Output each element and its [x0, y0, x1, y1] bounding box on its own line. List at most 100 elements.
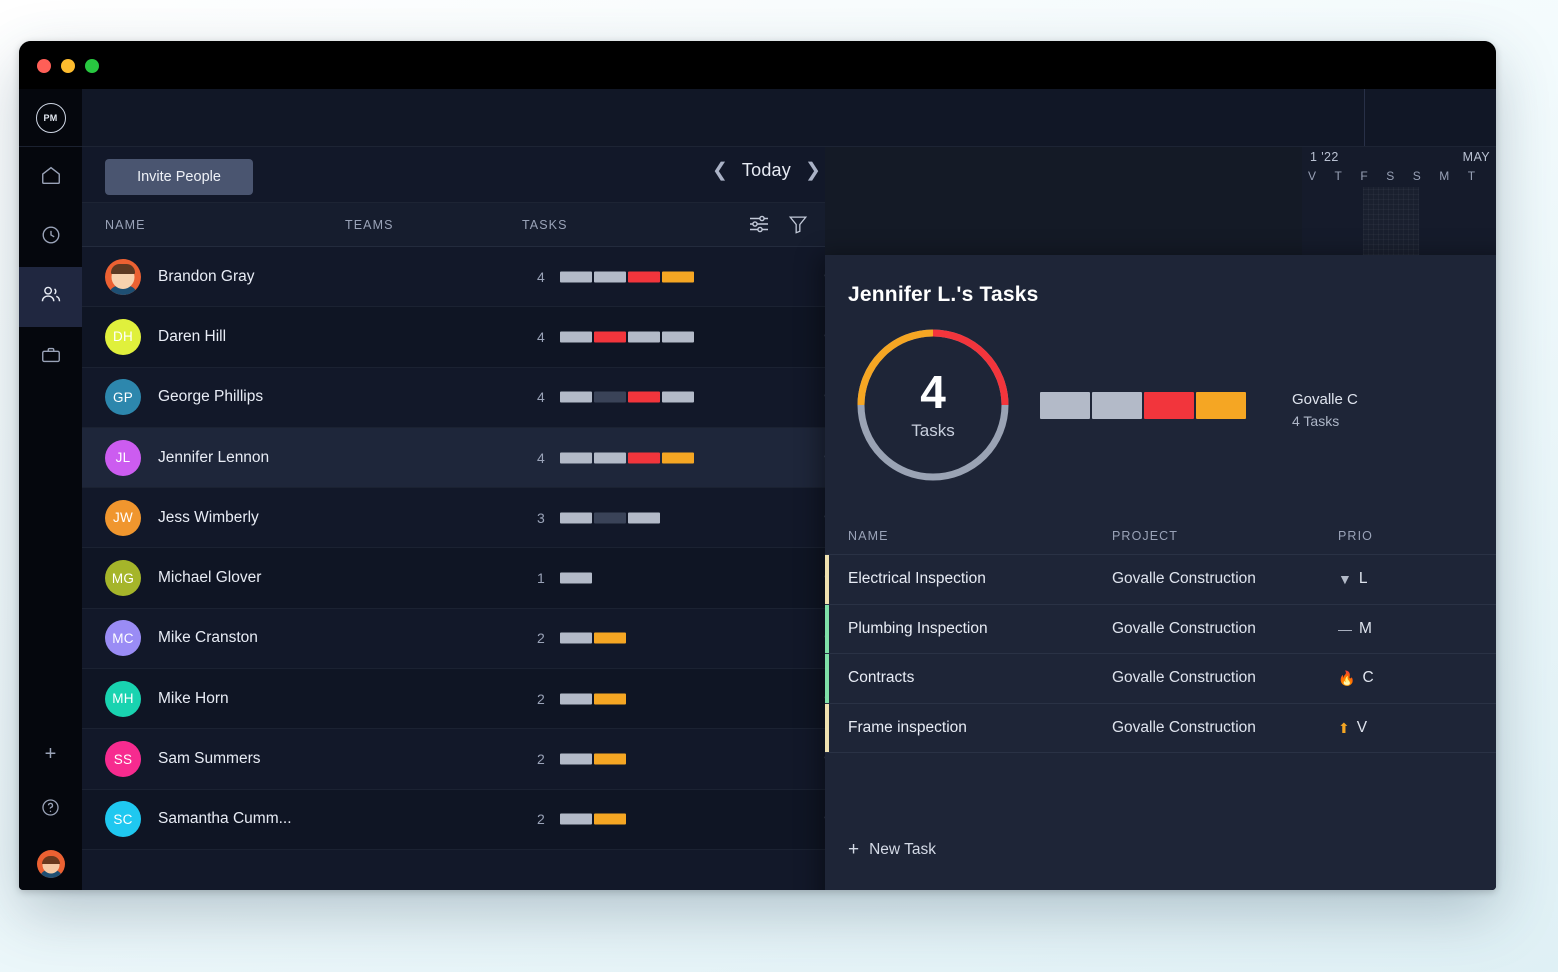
task-status-bar: [628, 512, 660, 523]
task-table-header: NAME PROJECT PRIO: [825, 515, 1496, 555]
task-status-bar: [594, 693, 626, 704]
task-status-bar: [594, 452, 626, 463]
avatar: JW: [105, 500, 141, 536]
chevron-right-icon[interactable]: ❯: [805, 161, 821, 180]
task-status-bars: [560, 814, 626, 825]
invite-people-button[interactable]: Invite People: [105, 159, 253, 195]
app-logo[interactable]: PM: [19, 89, 82, 147]
table-row[interactable]: GPGeorge Phillips4•••: [82, 368, 825, 428]
help-button[interactable]: [19, 782, 82, 838]
task-row[interactable]: Electrical InspectionGovalle Constructio…: [825, 555, 1496, 605]
new-task-label: New Task: [869, 841, 936, 859]
gantt-day-label: V: [1308, 169, 1316, 183]
table-row[interactable]: DHDaren Hill4•••: [82, 307, 825, 367]
task-status-bar: [594, 814, 626, 825]
people-table-header: NAME TEAMS TASKS: [82, 203, 825, 247]
sidebar-item-people[interactable]: [19, 267, 82, 327]
task-project: Govalle Construction: [1112, 719, 1256, 737]
tasks-donut-chart: 4 Tasks: [848, 320, 1018, 490]
gantt-day-label: T: [1468, 169, 1475, 183]
page-title: Jennifer L.'s Tasks: [848, 283, 1038, 307]
plus-icon: +: [848, 840, 859, 859]
funnel-icon[interactable]: [787, 212, 809, 239]
gantt-day-labels: VTFSSMT: [1308, 169, 1496, 183]
table-row[interactable]: SSSam Summers2•••: [82, 729, 825, 789]
project-summary-count: 4 Tasks: [1292, 413, 1358, 429]
avatar: SS: [105, 741, 141, 777]
table-row[interactable]: Brandon Gray4•••: [82, 247, 825, 307]
task-count: 1: [537, 570, 545, 586]
maximize-window-button[interactable]: [85, 59, 99, 73]
dash-icon: —: [1338, 622, 1352, 636]
column-header-tasks: TASKS: [522, 218, 568, 232]
task-status-bars: [560, 633, 626, 644]
task-row[interactable]: Frame inspectionGovalle Construction⬆V: [825, 704, 1496, 754]
gantt-day-label: M: [1439, 169, 1449, 183]
project-summary-name: Govalle C: [1292, 391, 1358, 408]
avatar-hair: [111, 264, 135, 274]
task-status-bar: [662, 271, 694, 282]
avatar: GP: [105, 379, 141, 415]
task-table: NAME PROJECT PRIO Electrical InspectionG…: [825, 515, 1496, 753]
task-status-bar: [628, 452, 660, 463]
table-row[interactable]: MGMichael Glover1•••: [82, 548, 825, 608]
person-name: Brandon Gray: [158, 268, 255, 286]
project-summary: Govalle C 4 Tasks: [1292, 391, 1358, 429]
task-row[interactable]: Plumbing InspectionGovalle Construction—…: [825, 605, 1496, 655]
task-status-bar: [594, 633, 626, 644]
donut-label: Tasks: [911, 421, 954, 441]
task-status-bars: [560, 573, 592, 584]
task-count: 4: [537, 450, 545, 466]
task-priority-label: M: [1359, 620, 1372, 638]
task-name: Contracts: [848, 669, 914, 687]
task-priority: —M: [1338, 620, 1372, 638]
table-row[interactable]: MCMike Cranston2•••: [82, 609, 825, 669]
people-panel: Invite People ❮ Today ❯ NAME TEAMS TASKS: [82, 147, 825, 890]
sidebar-item-projects[interactable]: [19, 327, 82, 387]
task-status-bars: [560, 331, 694, 342]
sidebar-item-time[interactable]: [19, 207, 82, 267]
task-status-bar: [628, 331, 660, 342]
task-status-bar: [1092, 392, 1142, 419]
app-window: PM: [19, 41, 1496, 890]
task-project: Govalle Construction: [1112, 620, 1256, 638]
current-user-avatar[interactable]: [19, 838, 82, 890]
table-row[interactable]: JWJess Wimberly3•••: [82, 488, 825, 548]
close-window-button[interactable]: [37, 59, 51, 73]
new-task-button[interactable]: + New Task: [848, 840, 936, 859]
table-row[interactable]: MHMike Horn2•••: [82, 669, 825, 729]
avatar: SC: [105, 801, 141, 837]
sidebar-item-home[interactable]: [19, 147, 82, 207]
table-row[interactable]: JLJennifer Lennon4•••: [82, 428, 825, 488]
minimize-window-button[interactable]: [61, 59, 75, 73]
task-project: Govalle Construction: [1112, 669, 1256, 687]
gantt-day-label: S: [1413, 169, 1421, 183]
avatar: MC: [105, 620, 141, 656]
person-name: George Phillips: [158, 388, 263, 406]
task-status-bar: [662, 392, 694, 403]
task-status-bar: [594, 754, 626, 765]
avatar-hair: [42, 856, 60, 864]
sliders-icon[interactable]: [747, 212, 771, 239]
task-status-bar: [594, 512, 626, 523]
date-navigator: ❮ Today ❯: [712, 160, 821, 181]
table-row[interactable]: SCSamantha Cumm...2•••: [82, 790, 825, 850]
task-color-stripe: [825, 704, 829, 753]
chevron-left-icon[interactable]: ❮: [712, 161, 728, 180]
people-icon: [39, 283, 62, 311]
task-color-stripe: [825, 605, 829, 654]
task-count: 2: [537, 630, 545, 646]
people-list: Brandon Gray4•••DHDaren Hill4••• GP George…: [82, 247, 825, 850]
task-status-bars: [560, 452, 694, 463]
gantt-day-label: S: [1386, 169, 1394, 183]
avatar: [105, 259, 141, 295]
add-button[interactable]: +: [19, 726, 82, 782]
task-status-bar: [560, 331, 592, 342]
avatar: DH: [105, 319, 141, 355]
table-actions: [747, 212, 809, 239]
task-row[interactable]: ContractsGovalle Construction🔥C: [825, 654, 1496, 704]
task-name: Electrical Inspection: [848, 570, 986, 588]
task-status-bar: [594, 331, 626, 342]
person-name: Jess Wimberly: [158, 509, 259, 527]
task-priority-label: C: [1362, 669, 1373, 687]
